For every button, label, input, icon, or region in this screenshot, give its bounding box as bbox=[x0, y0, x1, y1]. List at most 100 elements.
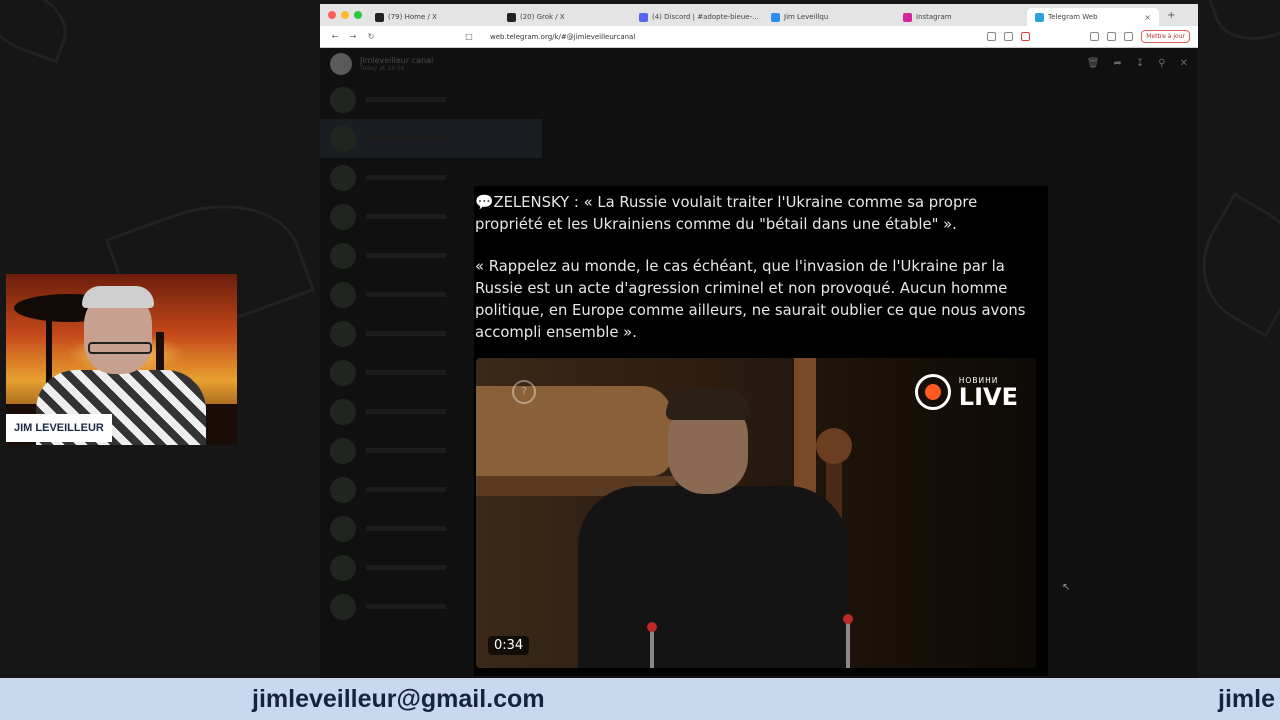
tab-favicon bbox=[771, 12, 780, 22]
chat-name: Jimleveilleur canal bbox=[360, 56, 434, 65]
message-paragraph: 💬ZELENSKY : « La Russie voulait traiter … bbox=[475, 192, 1035, 236]
tab-label: Telegram Web bbox=[1048, 13, 1098, 21]
media-viewer-toolbar: 🗑 ➦ ↧ ⚲ ✕ bbox=[1073, 58, 1188, 69]
tab-favicon bbox=[1035, 12, 1044, 22]
list-item-text bbox=[366, 214, 446, 219]
stream-canvas: (79) Home / X (20) Grok / X (4) Discord … bbox=[0, 0, 1280, 720]
message-paragraph-1: ZELENSKY : « La Russie voulait traiter l… bbox=[475, 194, 978, 233]
microphone bbox=[846, 620, 850, 668]
avatar bbox=[330, 320, 356, 347]
list-item-text bbox=[366, 175, 446, 180]
video-speaker-body bbox=[578, 486, 848, 668]
extensions-icon[interactable] bbox=[1107, 32, 1117, 41]
email-banner: jimleveilleur@gmail.com jimle bbox=[0, 678, 1280, 720]
background-leaf-decoration bbox=[0, 0, 78, 64]
browser-tab[interactable]: Instagram bbox=[895, 8, 1027, 26]
zoom-icon[interactable]: ⚲ bbox=[1158, 58, 1165, 69]
avatar bbox=[330, 164, 356, 191]
banner-email-repeat: jimle bbox=[1218, 685, 1275, 713]
browser-tab[interactable]: Jim Leveillqu bbox=[763, 8, 895, 26]
tab-favicon bbox=[507, 12, 516, 22]
video-post-knob bbox=[816, 428, 852, 464]
avatar bbox=[330, 437, 356, 464]
list-item-text bbox=[366, 136, 446, 141]
tab-label: (79) Home / X bbox=[388, 13, 437, 21]
back-icon[interactable]: ← bbox=[328, 32, 342, 41]
avatar bbox=[330, 398, 356, 425]
video-duration: 0:34 bbox=[488, 636, 530, 655]
video-speaker-hair bbox=[666, 388, 750, 420]
tab-bar: (79) Home / X (20) Grok / X (4) Discord … bbox=[320, 4, 1198, 26]
share-icon[interactable] bbox=[987, 32, 997, 41]
banner-email: jimleveilleur@gmail.com bbox=[252, 685, 545, 713]
microphone-head bbox=[647, 622, 657, 632]
avatar bbox=[330, 554, 356, 581]
tab-label: Instagram bbox=[916, 13, 952, 21]
list-item-text bbox=[366, 331, 446, 336]
mouse-cursor-icon: ↖ bbox=[1062, 582, 1071, 593]
list-item[interactable] bbox=[320, 80, 542, 119]
list-item-text bbox=[366, 292, 446, 297]
list-item-text bbox=[366, 409, 446, 414]
speech-balloon-icon: 💬 bbox=[475, 194, 494, 211]
url-field[interactable]: web.telegram.org/k/#@jimleveilleurcanal bbox=[490, 33, 635, 41]
live-badge: НОВИНИ LIVE bbox=[914, 374, 1018, 410]
close-icon[interactable]: ✕ bbox=[1180, 58, 1188, 69]
tab-favicon bbox=[639, 12, 648, 22]
reload-icon[interactable]: ↻ bbox=[364, 32, 378, 41]
wallet-icon[interactable] bbox=[1124, 32, 1134, 41]
list-item-text bbox=[366, 487, 446, 492]
new-tab-button[interactable]: + bbox=[1167, 10, 1175, 21]
browser-tab[interactable]: (4) Discord | #adopte-bieue-... bbox=[631, 8, 763, 26]
microphone bbox=[650, 628, 654, 668]
video-player[interactable]: ? НОВИНИ LIVE 0:34 bbox=[476, 358, 1036, 668]
browser-tab[interactable]: (20) Grok / X bbox=[499, 8, 631, 26]
tab-label: (4) Discord | #adopte-bieue-... bbox=[652, 13, 759, 21]
close-tab-icon[interactable]: × bbox=[1144, 13, 1151, 22]
media-viewer-header: Jimleveilleur canal Today at 14:56 bbox=[320, 48, 1198, 80]
browser-tab[interactable]: (79) Home / X bbox=[367, 8, 499, 26]
avatar bbox=[330, 242, 356, 269]
list-item-text bbox=[366, 526, 446, 531]
list-item[interactable] bbox=[320, 119, 542, 158]
close-window-button[interactable] bbox=[328, 11, 336, 19]
address-bar: ← → ↻ □ web.telegram.org/k/#@jimleveille… bbox=[320, 26, 1198, 48]
microphone-head bbox=[843, 614, 853, 624]
forward-icon[interactable]: → bbox=[346, 32, 360, 41]
list-item-text bbox=[366, 448, 446, 453]
sidebar-icon[interactable] bbox=[1090, 32, 1100, 41]
live-dot bbox=[924, 384, 941, 400]
update-browser-button[interactable]: Mettre à jour bbox=[1141, 30, 1190, 43]
channel-watermark-icon: ? bbox=[512, 380, 536, 404]
download-icon[interactable]: ↧ bbox=[1136, 58, 1144, 69]
avatar bbox=[330, 203, 356, 230]
tab-label: Jim Leveillqu bbox=[784, 13, 829, 21]
browser-tab-active[interactable]: Telegram Web × bbox=[1027, 8, 1159, 26]
bookmark-icon[interactable]: □ bbox=[462, 32, 476, 41]
delete-icon[interactable]: 🗑 bbox=[1087, 58, 1100, 69]
avatar bbox=[330, 125, 356, 152]
avatar bbox=[330, 593, 356, 620]
list-item-text bbox=[366, 97, 446, 102]
shield-icon[interactable] bbox=[1021, 32, 1031, 41]
tab-favicon bbox=[375, 12, 384, 22]
webcam-overlay: JIM LEVEILLEUR bbox=[6, 274, 237, 445]
live-text: НОВИНИ LIVE bbox=[959, 376, 1018, 409]
maximize-window-button[interactable] bbox=[354, 11, 362, 19]
chat-subtitle: Today at 14:56 bbox=[360, 65, 405, 72]
video-chair bbox=[476, 386, 672, 476]
avatar[interactable] bbox=[330, 53, 352, 75]
presenter-name-tag: JIM LEVEILLEUR bbox=[6, 414, 112, 442]
presenter-glasses bbox=[88, 342, 152, 354]
background-leaf-decoration bbox=[1207, 0, 1280, 54]
list-item-text bbox=[366, 565, 446, 570]
media-viewer-card: 💬ZELENSKY : « La Russie voulait traiter … bbox=[474, 186, 1070, 676]
list-item-text bbox=[366, 604, 446, 609]
forward-icon[interactable]: ➦ bbox=[1114, 58, 1122, 69]
screenshot-icon[interactable] bbox=[1004, 32, 1014, 41]
message-paragraph-2: « Rappelez au monde, le cas échéant, que… bbox=[475, 258, 1026, 341]
avatar bbox=[330, 86, 356, 113]
minimize-window-button[interactable] bbox=[341, 11, 349, 19]
list-item-text bbox=[366, 253, 446, 258]
presenter-hair bbox=[82, 286, 154, 308]
